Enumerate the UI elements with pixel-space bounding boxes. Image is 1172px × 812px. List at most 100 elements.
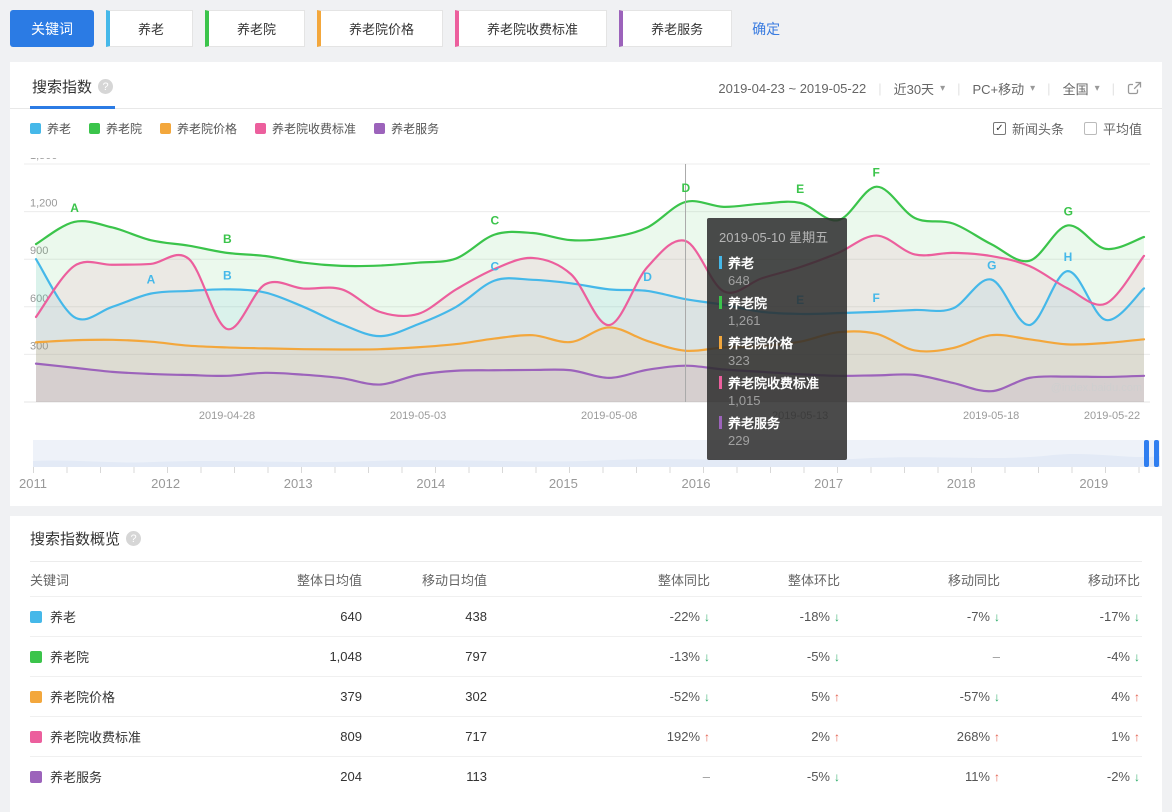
keyword-cell[interactable]: 养老: [30, 607, 225, 626]
header-cell: 整体同比: [657, 572, 710, 588]
checkbox-icon: ✓: [992, 122, 1006, 135]
keyword-cell[interactable]: 养老院价格: [30, 687, 225, 706]
svg-text:2019-05-08: 2019-05-08: [581, 410, 637, 422]
slider-year-labels: 2011 2012 2013 2014 2015 2016 2017 2018 2019: [19, 476, 1160, 496]
percent-value: -4%: [1106, 649, 1130, 664]
legend-row: 养老 养老院 养老院价格 养老院收费标准 养老服务 ✓ 新闻头条 平均值: [10, 109, 1162, 142]
keyword-chip[interactable]: 养老院价格: [317, 10, 444, 47]
svg-text:A: A: [147, 273, 156, 287]
legend-item[interactable]: 养老服务: [374, 120, 439, 137]
keyword-chip[interactable]: 养老院: [205, 10, 306, 47]
slider-handle-left[interactable]: [1144, 440, 1149, 467]
separator: |: [957, 81, 961, 96]
timeline-slider: 2011 2012 2013 2014 2015 2016 2017 2018 2019: [19, 440, 1162, 506]
keyword-cell[interactable]: 养老服务: [30, 767, 225, 786]
legend-label: 养老服务: [391, 122, 440, 136]
platform-dropdown[interactable]: PC+移动 ▾: [972, 79, 1035, 98]
percent-cell: 268% ↑: [840, 729, 1000, 744]
svg-text:F: F: [873, 166, 880, 180]
year-label: 2013: [283, 476, 313, 491]
confirm-button[interactable]: 确定: [752, 19, 780, 39]
date-range[interactable]: 2019-04-23 ~ 2019-05-22: [718, 81, 866, 96]
keyword-cell[interactable]: 养老院收费标准: [30, 727, 225, 746]
panel-header: 搜索指数 ? 2019-04-23 ~ 2019-05-22 | 近30天 ▾ …: [10, 62, 1162, 109]
header-cell: 移动日均值: [421, 572, 487, 588]
year-label: 2012: [151, 476, 181, 491]
chevron-down-icon: ▾: [940, 83, 946, 94]
percent-cell: -52% ↓: [487, 689, 710, 704]
tab-search-index[interactable]: 搜索指数 ?: [30, 76, 116, 109]
percent-cell: -2% ↓: [1000, 769, 1140, 784]
legend-swatch: [374, 123, 386, 134]
export-icon[interactable]: [1127, 81, 1142, 96]
tab-label: 搜索指数: [32, 79, 93, 96]
legend-swatch: [160, 123, 172, 134]
chart-controls: 2019-04-23 ~ 2019-05-22 | 近30天 ▾ | PC+移动…: [718, 76, 1142, 108]
region-dropdown[interactable]: 全国 ▾: [1063, 79, 1100, 98]
keyword-name: 养老院: [50, 650, 90, 665]
percent-cell: -18% ↓: [710, 609, 840, 624]
arrow-down-icon: ↓: [1134, 770, 1140, 784]
year-label: 2011: [19, 476, 47, 491]
mobile-avg-cell: 113: [466, 769, 487, 784]
percent-cell: –: [487, 769, 710, 784]
svg-text:D: D: [682, 181, 691, 195]
svg-text:D: D: [643, 270, 652, 284]
percent-cell: 5% ↑: [710, 689, 840, 704]
keyword-chip[interactable]: 养老服务: [619, 10, 733, 47]
percent-cell: -22% ↓: [487, 609, 710, 624]
svg-text:2019-05-18: 2019-05-18: [963, 410, 1019, 422]
average-checkbox[interactable]: 平均值: [1083, 119, 1142, 138]
svg-text:E: E: [796, 293, 804, 307]
percent-cell: –: [840, 649, 1000, 664]
checkbox-icon: [1083, 122, 1097, 135]
arrow-down-icon: ↓: [1134, 610, 1140, 624]
mobile-avg-cell: 717: [465, 729, 487, 744]
legend-item[interactable]: 养老院: [89, 120, 142, 137]
legend-label: 养老院价格: [177, 122, 238, 136]
svg-text:A: A: [70, 201, 79, 215]
legend-swatch: [89, 123, 101, 134]
overall-avg-cell: 204: [340, 769, 362, 784]
svg-text:C: C: [490, 260, 499, 274]
separator: |: [1047, 81, 1051, 96]
arrow-up-icon: ↑: [1134, 730, 1140, 744]
percent-cell: 4% ↑: [1000, 689, 1140, 704]
header-cell: 关键词: [30, 572, 70, 588]
keyword-label-button[interactable]: 关键词: [10, 10, 94, 47]
legend-label: 养老: [47, 122, 72, 136]
overall-avg-cell: 640: [340, 609, 362, 624]
slider-ticks: [33, 467, 1160, 473]
percent-value: 4%: [1111, 689, 1130, 704]
search-index-panel: 搜索指数 ? 2019-04-23 ~ 2019-05-22 | 近30天 ▾ …: [10, 62, 1162, 506]
svg-text:B: B: [223, 268, 232, 282]
percent-cell: -17% ↓: [1000, 609, 1140, 624]
legend-item[interactable]: 养老: [30, 120, 71, 137]
separator: |: [878, 81, 882, 96]
percent-cell: -4% ↓: [1000, 649, 1140, 664]
chevron-down-icon: ▾: [1094, 83, 1100, 94]
help-icon[interactable]: ?: [98, 79, 114, 94]
keyword-swatch: [30, 650, 42, 663]
overall-avg-cell: 1,048: [329, 649, 362, 664]
header-cell: 移动环比: [1087, 572, 1140, 588]
keyword-name: 养老院收费标准: [50, 730, 142, 745]
no-data-dash: –: [702, 769, 710, 784]
keyword-chip[interactable]: 养老院收费标准: [455, 10, 608, 47]
news-headlines-checkbox[interactable]: ✓ 新闻头条: [992, 119, 1064, 138]
percent-cell: -57% ↓: [840, 689, 1000, 704]
slider-track[interactable]: [33, 440, 1160, 467]
keyword-chip[interactable]: 养老: [106, 10, 194, 47]
legend-item[interactable]: 养老院收费标准: [255, 120, 356, 137]
trend-chart-area[interactable]: 3006009001,2001,500ABCDEFGHABCDEFG2019-0…: [10, 158, 1162, 460]
range-dropdown[interactable]: 近30天 ▾: [894, 79, 946, 98]
keyword-cell[interactable]: 养老院: [30, 647, 225, 666]
svg-text:2019-05-22: 2019-05-22: [1084, 410, 1140, 422]
svg-text:1,500: 1,500: [30, 158, 58, 162]
slider-handle-right[interactable]: [1154, 440, 1159, 467]
keyword-swatch: [30, 610, 42, 623]
overall-avg-cell: 379: [340, 689, 362, 704]
help-icon[interactable]: ?: [126, 531, 142, 546]
year-label: 2017: [814, 476, 844, 491]
legend-item[interactable]: 养老院价格: [160, 120, 237, 137]
